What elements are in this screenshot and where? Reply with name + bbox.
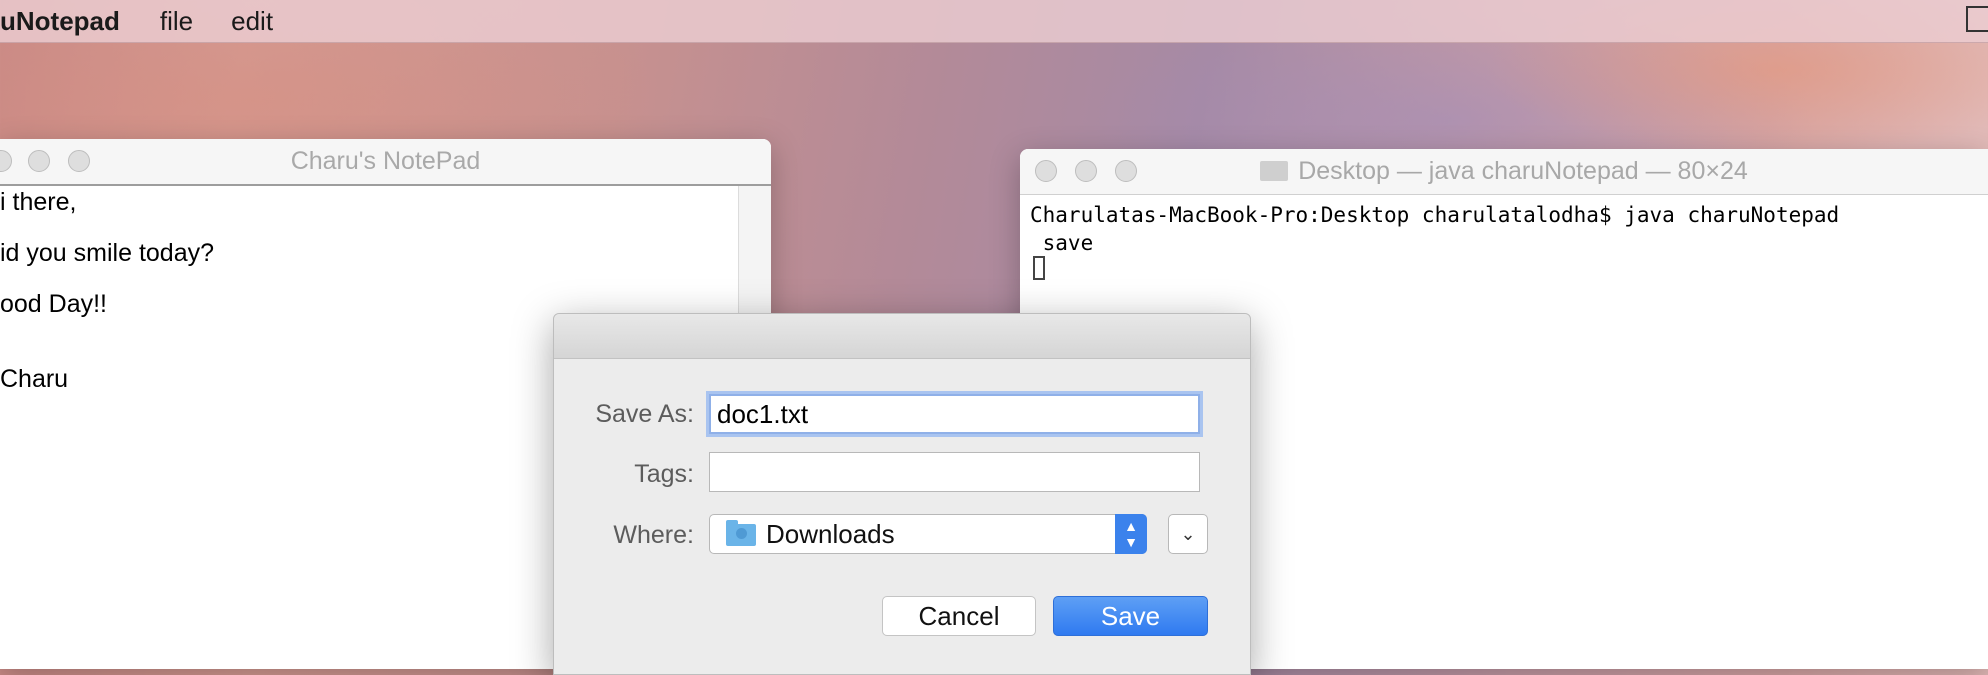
text-line: Charu (0, 365, 69, 393)
terminal-line: Charulatas-MacBook-Pro:Desktop charulata… (1030, 203, 1840, 227)
cancel-button[interactable]: Cancel (882, 596, 1036, 636)
downloads-folder-icon (726, 520, 756, 546)
save-button[interactable]: Save (1053, 596, 1208, 636)
save-dialog: Save As: doc1.txt Tags: Where: Downloads… (553, 313, 1251, 675)
chevron-down-icon: ⌄ (1180, 524, 1196, 544)
notepad-titlebar[interactable]: Charu's NotePad (0, 139, 771, 186)
menu-bar: uNotepad file edit (0, 0, 1988, 43)
text-line: id you smile today? (0, 239, 215, 267)
expand-button[interactable]: ⌄ (1168, 514, 1208, 554)
close-icon[interactable] (0, 150, 12, 172)
terminal-title: Desktop — java charuNotepad — 80×24 (1298, 157, 1748, 185)
where-value: Downloads (766, 519, 895, 549)
minimize-icon[interactable] (1075, 160, 1097, 182)
stepper-icon: ▲ ▼ (1115, 514, 1147, 554)
app-name-menu[interactable]: uNotepad (0, 6, 120, 37)
terminal-cursor (1033, 256, 1045, 280)
text-line: ood Day!! (0, 290, 108, 318)
tags-field[interactable] (709, 452, 1200, 492)
save-as-field[interactable]: doc1.txt (709, 394, 1200, 434)
terminal-line: save (1030, 231, 1094, 255)
notepad-title: Charu's NotePad (290, 147, 481, 175)
screen-mirroring-icon[interactable] (1966, 6, 1988, 32)
close-icon[interactable] (1035, 160, 1057, 182)
file-menu[interactable]: file (160, 6, 193, 37)
terminal-titlebar[interactable]: Desktop — java charuNotepad — 80×24 (1020, 149, 1988, 195)
terminal-output[interactable]: Charulatas-MacBook-Pro:Desktop charulata… (1030, 201, 1839, 257)
tags-label: Tags: (634, 460, 694, 488)
where-label: Where: (613, 521, 694, 549)
save-as-label: Save As: (595, 400, 694, 428)
zoom-icon[interactable] (1115, 160, 1137, 182)
save-dialog-header (554, 314, 1250, 359)
edit-menu[interactable]: edit (231, 6, 273, 37)
text-line: i there, (0, 188, 77, 216)
minimize-icon[interactable] (28, 150, 50, 172)
zoom-icon[interactable] (68, 150, 90, 172)
folder-icon (1260, 161, 1289, 181)
where-popup[interactable]: Downloads ▲ ▼ (709, 514, 1147, 554)
